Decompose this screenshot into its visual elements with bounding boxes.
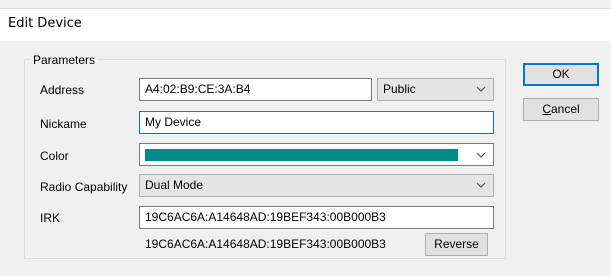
ok-button[interactable]: OK — [523, 63, 599, 86]
cancel-mnemonic: C — [542, 102, 551, 116]
address-type-select[interactable]: Public — [377, 78, 494, 101]
address-input[interactable]: A4:02:B9:CE:3A:B4 — [139, 78, 372, 101]
color-swatch — [145, 149, 458, 161]
reverse-button[interactable]: Reverse — [425, 233, 488, 256]
chevron-down-icon — [476, 182, 486, 188]
chevron-down-icon — [476, 86, 486, 92]
dialog-body: Parameters Address A4:02:B9:CE:3A:B4 Pub… — [0, 41, 611, 276]
cancel-label-rest: ancel — [550, 102, 580, 116]
window-title: Edit Device — [8, 16, 82, 31]
color-label: Color — [40, 149, 69, 163]
address-label: Address — [40, 83, 85, 97]
radio-capability-select[interactable]: Dual Mode — [139, 174, 494, 197]
radio-capability-label: Radio Capability — [40, 180, 128, 194]
radio-capability-value: Dual Mode — [145, 178, 204, 192]
color-select[interactable] — [139, 143, 494, 166]
cancel-button[interactable]: Cancel — [523, 98, 599, 121]
irk-label: IRK — [40, 211, 61, 225]
irk-reversed-text: 19C6AC6A:A14648AD:19BEF343:00B000B3 — [145, 237, 386, 251]
parameters-group-title: Parameters — [30, 53, 99, 67]
irk-input[interactable]: 19C6AC6A:A14648AD:19BEF343:00B000B3 — [139, 206, 494, 229]
chevron-down-icon — [476, 152, 486, 158]
nickname-label: Nickame — [40, 117, 87, 131]
title-bar — [0, 9, 611, 41]
address-type-value: Public — [383, 82, 416, 96]
nickname-input[interactable]: My Device — [139, 111, 494, 134]
